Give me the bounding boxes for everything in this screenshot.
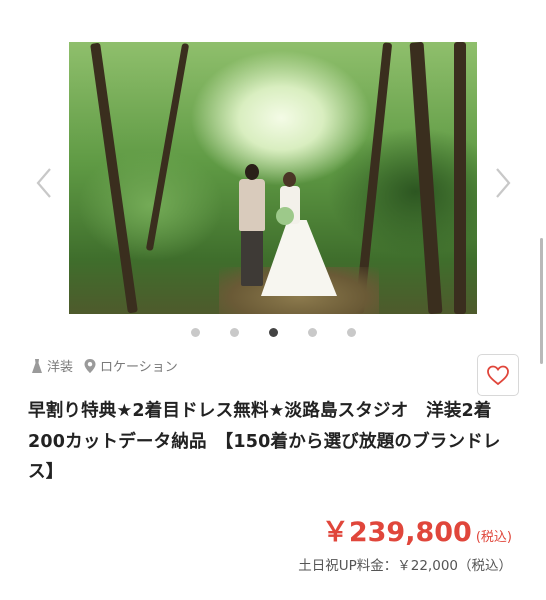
plan-price: ￥239,800 <box>321 517 472 548</box>
price-row: ￥239,800 (税込) <box>322 510 512 549</box>
price-tax-label: (税込) <box>475 530 512 545</box>
scrollbar[interactable] <box>540 238 543 364</box>
tag-location-label: ロケーション <box>100 360 178 375</box>
tag-location: ロケーション <box>83 356 178 375</box>
heart-outline-icon <box>487 365 509 386</box>
carousel-prev-button[interactable] <box>30 165 60 201</box>
plan-tags: 洋装 ロケーション <box>30 356 178 375</box>
carousel-dot[interactable] <box>190 328 200 337</box>
dress-icon <box>32 358 42 373</box>
favorite-button[interactable] <box>477 354 519 396</box>
chevron-left-icon <box>36 168 51 198</box>
location-pin-icon <box>84 358 96 373</box>
carousel-dot[interactable] <box>346 328 356 337</box>
holiday-fee: 土日祝UP料金：￥22,000（税込） <box>298 558 512 574</box>
tag-dress: 洋装 <box>30 356 73 375</box>
carousel-dot[interactable] <box>307 328 317 337</box>
plan-title[interactable]: 早割り特典★2着目ドレス無料★淡路島スタジオ 洋装2着 200カットデータ納品 … <box>28 396 516 488</box>
carousel-next-button[interactable] <box>487 165 517 201</box>
chevron-right-icon <box>496 168 511 198</box>
tag-dress-label: 洋装 <box>47 360 74 375</box>
photo-carousel[interactable] <box>0 0 546 350</box>
wedding-photo[interactable] <box>69 42 477 314</box>
carousel-dot[interactable] <box>268 328 278 337</box>
carousel-dot[interactable] <box>229 328 239 337</box>
carousel-indicator <box>0 328 546 337</box>
